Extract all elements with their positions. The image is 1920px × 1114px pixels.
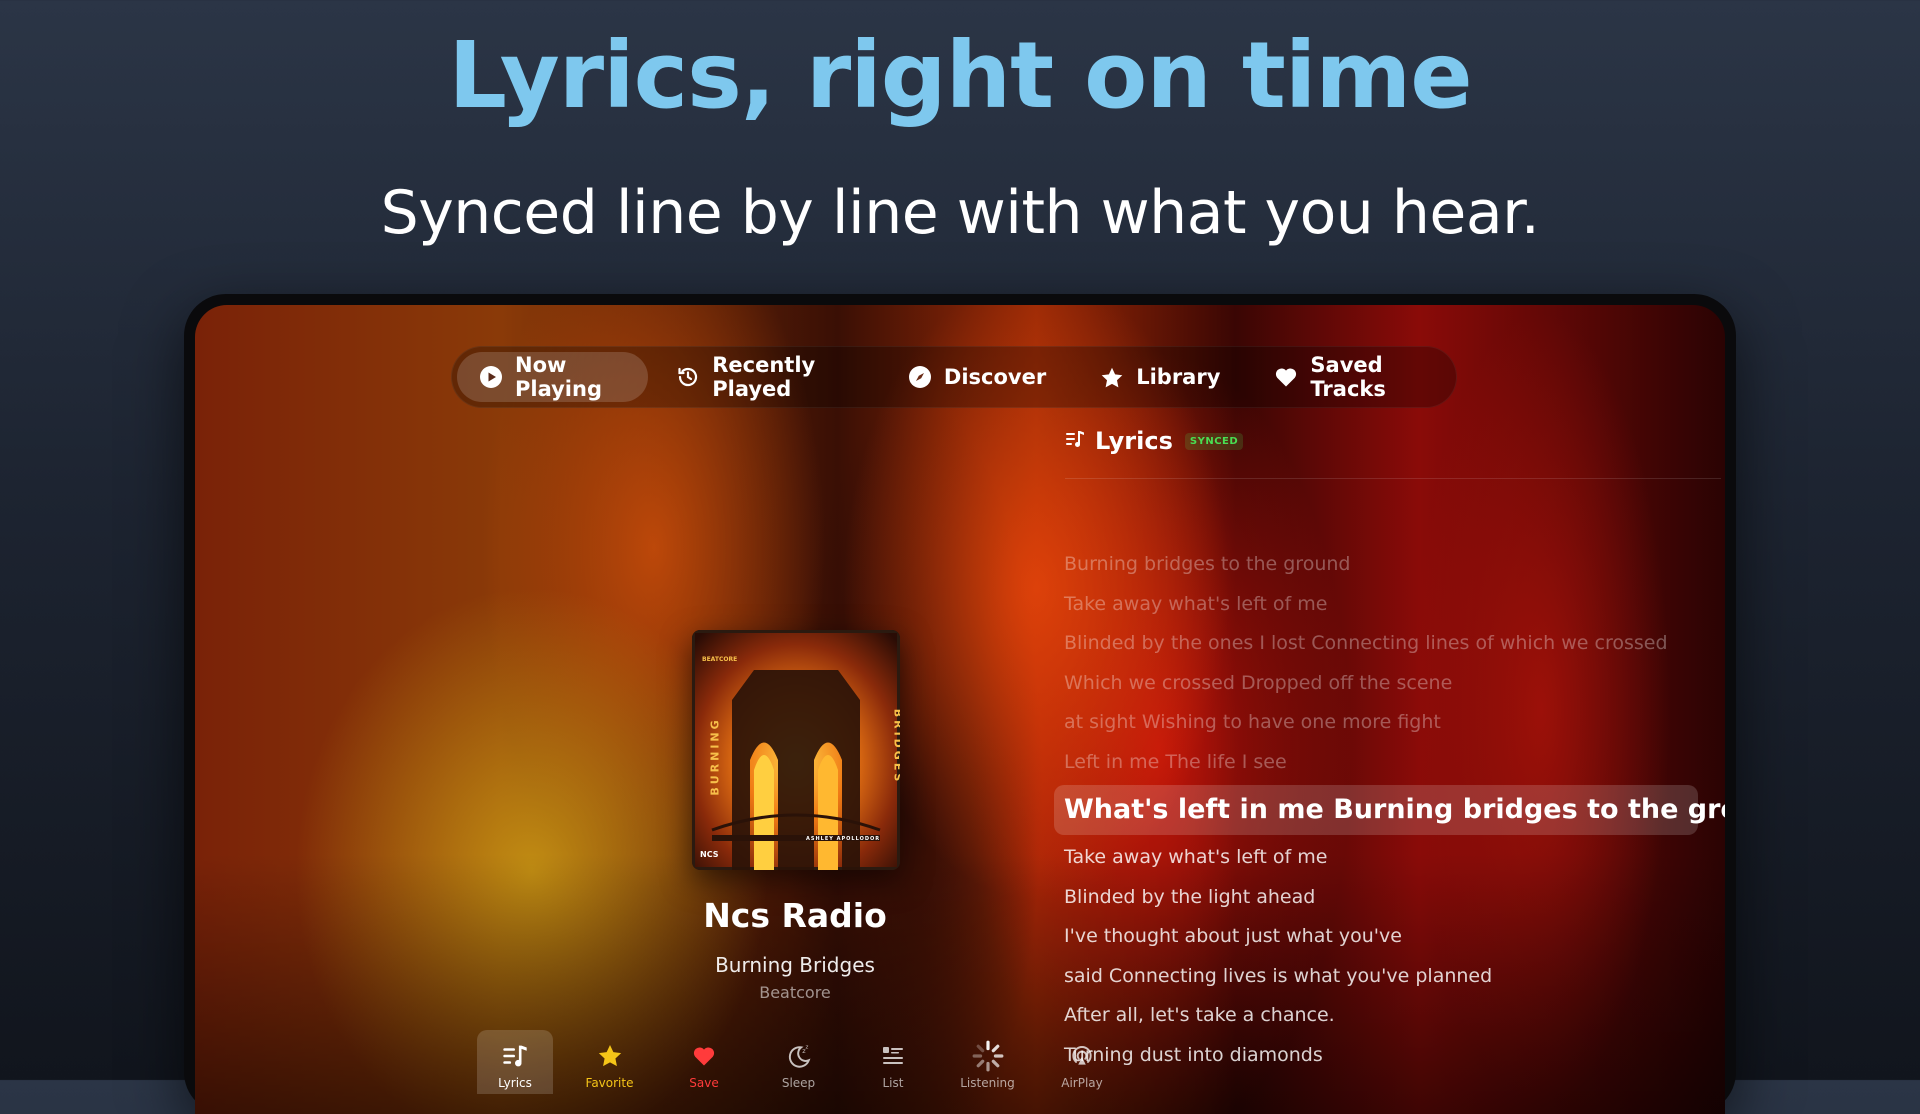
listening-button-label: Listening bbox=[960, 1076, 1015, 1090]
lyrics-list: Burning bridges to the ground Take away … bbox=[1054, 545, 1725, 1076]
album-art-title-right: BRIDGES bbox=[891, 708, 900, 785]
album-art-label: BEATCORE bbox=[702, 656, 738, 663]
lyric-line-past[interactable]: Blinded by the ones I lost Connecting li… bbox=[1054, 624, 1698, 664]
sleep-button-label: Sleep bbox=[781, 1076, 816, 1090]
lyrics-divider bbox=[1065, 478, 1721, 479]
save-heart-icon bbox=[692, 1042, 716, 1070]
tab-now-playing-label: Now Playing bbox=[515, 353, 602, 401]
track-name: Burning Bridges bbox=[715, 953, 875, 977]
lyric-line-upcoming[interactable]: Turning dust into diamonds bbox=[1054, 1036, 1698, 1076]
tab-library[interactable]: Library bbox=[1078, 352, 1246, 402]
history-icon bbox=[676, 365, 700, 389]
lyric-line-current[interactable]: What's left in me Burning bridges to the… bbox=[1054, 785, 1725, 835]
lyric-line-past[interactable]: at sight Wishing to have one more fight bbox=[1054, 703, 1698, 743]
svg-text:z: z bbox=[805, 1044, 808, 1050]
list-button-label: List bbox=[882, 1076, 904, 1090]
airplay-button-label: AirPlay bbox=[1061, 1076, 1103, 1090]
compass-icon bbox=[908, 365, 932, 389]
favorite-button[interactable]: Favorite bbox=[572, 1030, 648, 1094]
listening-button[interactable]: Listening bbox=[950, 1030, 1026, 1094]
artist-name: Beatcore bbox=[759, 983, 831, 1002]
sleep-moon-icon: zz bbox=[786, 1042, 812, 1070]
tab-discover[interactable]: Discover bbox=[886, 352, 1072, 402]
favorite-star-icon bbox=[597, 1042, 623, 1070]
album-art: BEATCORE BURNING BRIDGES ASHLEY APOLLODO… bbox=[692, 630, 900, 870]
favorite-button-label: Favorite bbox=[585, 1076, 634, 1090]
lyric-line-upcoming[interactable]: After all, let's take a chance. bbox=[1054, 996, 1698, 1036]
lyric-line-past[interactable]: Take away what's left of me bbox=[1054, 585, 1698, 625]
lyrics-note-icon bbox=[1065, 429, 1085, 453]
lyrics-icon bbox=[502, 1042, 528, 1070]
lyric-line-upcoming[interactable]: said Connecting lives is what you've pla… bbox=[1054, 957, 1698, 997]
airplay-button[interactable]: AirPlay bbox=[1044, 1030, 1120, 1094]
tab-recently-played-label: Recently Played bbox=[712, 353, 816, 401]
play-circle-icon bbox=[479, 365, 503, 389]
lyric-line-past[interactable]: Burning bridges to the ground bbox=[1054, 545, 1698, 585]
lyrics-button[interactable]: Lyrics bbox=[477, 1030, 553, 1094]
album-art-title-left: BURNING bbox=[708, 717, 722, 796]
tab-discover-label: Discover bbox=[943, 365, 1047, 389]
album-art-artist: ASHLEY APOLLODOR bbox=[806, 836, 881, 842]
tab-recently-played[interactable]: Recently Played bbox=[654, 352, 880, 402]
save-button[interactable]: Save bbox=[666, 1030, 742, 1094]
lyrics-button-label: Lyrics bbox=[498, 1076, 532, 1090]
save-button-label: Save bbox=[689, 1076, 719, 1090]
tab-saved-tracks-label: Saved Tracks bbox=[1310, 353, 1386, 401]
bottom-control-bar: Lyrics Favorite Save zz Sleep List Liste… bbox=[477, 1030, 1139, 1094]
lyrics-title: Lyrics bbox=[1095, 427, 1173, 455]
star-icon bbox=[1100, 365, 1124, 389]
station-name: Ncs Radio bbox=[703, 896, 887, 935]
tab-library-label: Library bbox=[1136, 365, 1221, 389]
heart-icon bbox=[1274, 365, 1298, 389]
subheadline: Synced line by line with what you hear. bbox=[380, 178, 1540, 248]
tab-now-playing[interactable]: Now Playing bbox=[457, 352, 649, 402]
lyric-line-upcoming[interactable]: Take away what's left of me bbox=[1054, 838, 1698, 878]
device-frame: Now Playing Recently Played Discover Lib… bbox=[184, 294, 1736, 1114]
tab-saved-tracks[interactable]: Saved Tracks bbox=[1252, 352, 1451, 402]
lyric-line-upcoming[interactable]: I've thought about just what you've bbox=[1054, 917, 1698, 957]
sleep-button[interactable]: zz Sleep bbox=[761, 1030, 837, 1094]
lyric-line-upcoming[interactable]: Blinded by the light ahead bbox=[1054, 878, 1698, 918]
lyric-line-past[interactable]: Left in me The life I see bbox=[1054, 743, 1698, 783]
headline: Lyrics, right on time bbox=[448, 22, 1472, 129]
lyric-line-past[interactable]: Which we crossed Dropped off the scene bbox=[1054, 664, 1698, 704]
listening-spinner-icon bbox=[971, 1040, 1005, 1072]
list-icon bbox=[881, 1042, 905, 1070]
top-nav: Now Playing Recently Played Discover Lib… bbox=[451, 346, 1457, 408]
ncs-logo: NCS bbox=[700, 850, 719, 859]
synced-badge: SYNCED bbox=[1184, 432, 1244, 450]
lyrics-header: Lyrics SYNCED bbox=[1065, 427, 1244, 455]
list-button[interactable]: List bbox=[855, 1030, 931, 1094]
app-screen: Now Playing Recently Played Discover Lib… bbox=[195, 305, 1725, 1114]
airplay-icon bbox=[1069, 1042, 1095, 1070]
